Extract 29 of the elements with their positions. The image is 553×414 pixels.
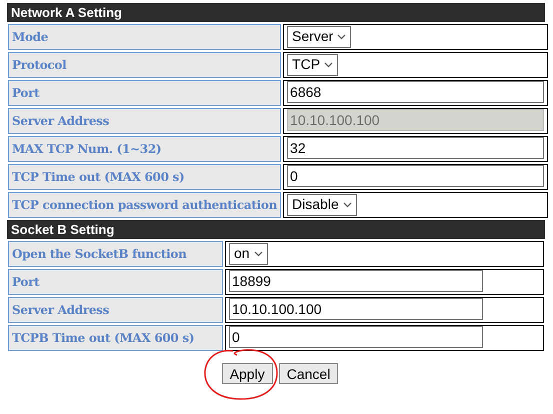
- chevron-down-icon: [337, 34, 346, 40]
- field-label: Server Address: [8, 297, 223, 323]
- chevron-down-icon: [342, 202, 352, 208]
- chevron-down-icon: [324, 62, 334, 68]
- section-header: Socket B Setting: [7, 220, 545, 239]
- dropdown[interactable]: TCP: [287, 54, 338, 76]
- input-field[interactable]: 10.10.100.100: [229, 298, 483, 320]
- field-label: Server Address: [8, 108, 282, 134]
- form-button[interactable]: Cancel: [278, 363, 338, 384]
- field-label: TCPB Time out (MAX 600 s): [8, 325, 223, 351]
- dropdown[interactable]: Server: [287, 26, 352, 48]
- input-field[interactable]: 0: [287, 165, 544, 187]
- field-label: TCP Time out (MAX 600 s): [8, 164, 282, 190]
- section-header: Network A Setting: [7, 3, 545, 22]
- field-label: Open the SocketB function: [8, 241, 223, 267]
- form-button[interactable]: Apply: [222, 363, 273, 384]
- field-label: Port: [8, 80, 282, 106]
- field-label: TCP connection password authentication: [8, 192, 282, 218]
- field-label: Mode: [8, 24, 282, 50]
- dropdown[interactable]: Disable: [287, 194, 357, 216]
- field-label: Protocol: [8, 52, 282, 78]
- dropdown[interactable]: on: [229, 242, 268, 264]
- chevron-down-icon: [254, 250, 263, 256]
- input-field[interactable]: 6868: [287, 81, 544, 103]
- field-label: Port: [8, 269, 223, 295]
- field-label: MAX TCP Num. (1~32): [8, 136, 282, 162]
- input-field[interactable]: 32: [287, 137, 544, 159]
- input-field[interactable]: 18899: [229, 270, 483, 292]
- input-field[interactable]: 0: [229, 326, 483, 348]
